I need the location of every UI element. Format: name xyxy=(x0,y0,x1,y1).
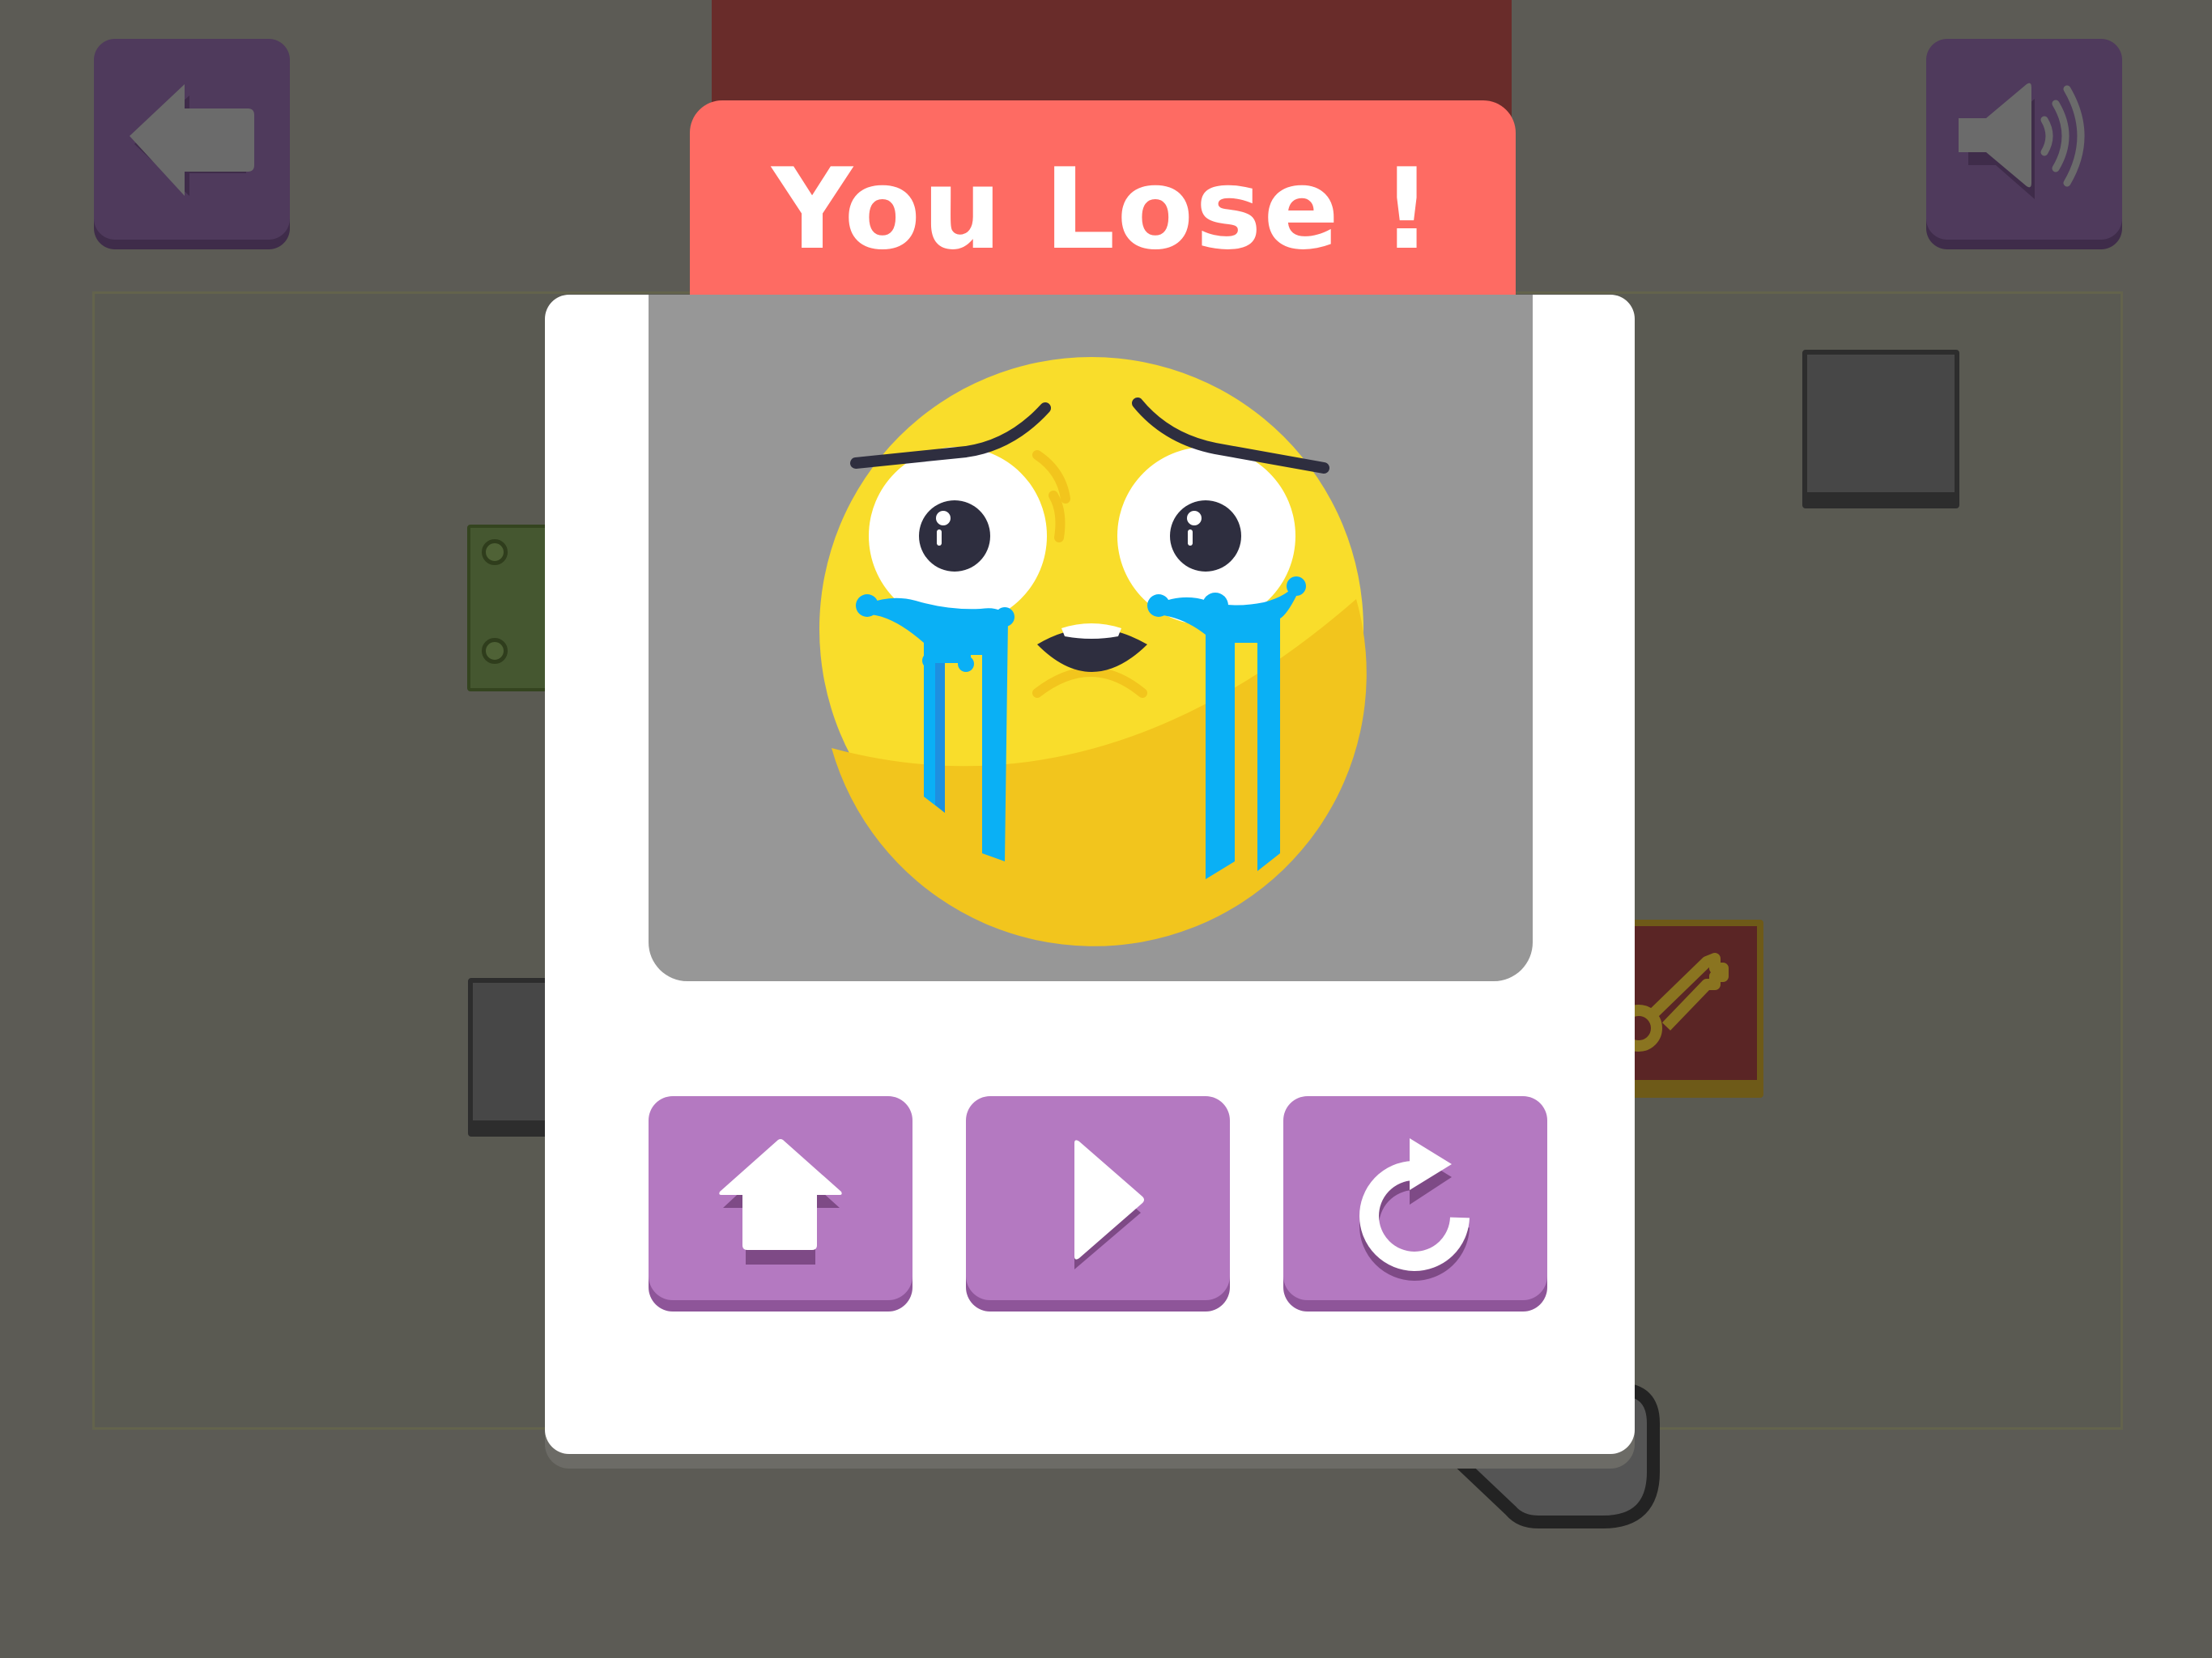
bolt-icon xyxy=(482,638,508,664)
bolt-icon xyxy=(482,539,508,565)
crying-face-emoji xyxy=(819,357,1367,946)
play-button[interactable] xyxy=(966,1096,1230,1300)
title-banner: You Lose ! xyxy=(690,100,1516,303)
block-tile xyxy=(1802,350,1959,508)
restart-button[interactable] xyxy=(1283,1096,1547,1300)
restart-icon xyxy=(1359,1138,1470,1281)
result-image-panel xyxy=(649,295,1533,981)
play-icon xyxy=(1074,1140,1144,1269)
sound-button[interactable] xyxy=(1926,39,2122,240)
back-arrow-icon xyxy=(130,84,254,196)
home-icon xyxy=(719,1139,842,1265)
key-icon xyxy=(1618,953,1729,1052)
lose-dialog xyxy=(545,295,1635,1454)
speaker-volume-icon xyxy=(1959,83,2085,199)
home-button[interactable] xyxy=(649,1096,912,1300)
modal-title: You Lose ! xyxy=(772,144,1434,274)
back-button[interactable] xyxy=(94,39,290,240)
